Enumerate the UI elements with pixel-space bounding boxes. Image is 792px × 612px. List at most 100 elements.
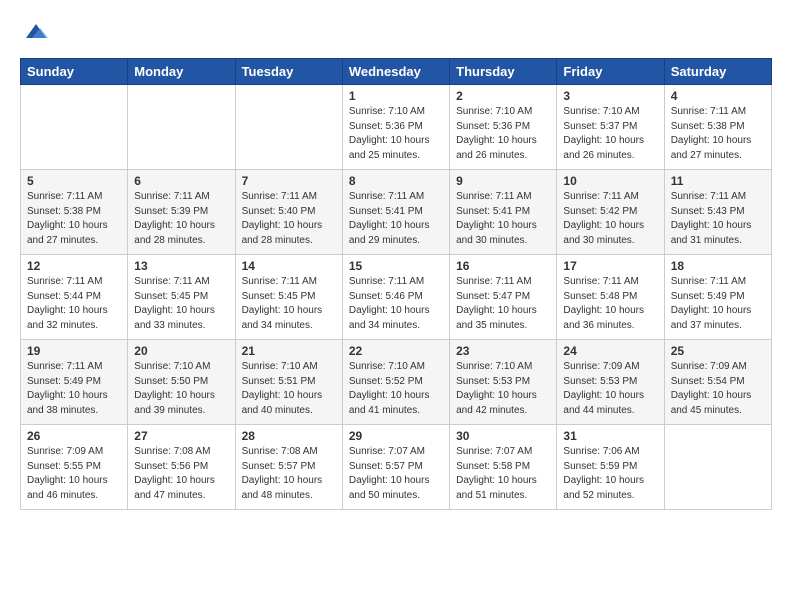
day-number: 3 (563, 89, 657, 103)
day-number: 27 (134, 429, 228, 443)
day-cell: 1 Sunrise: 7:10 AM Sunset: 5:36 PM Daylig… (342, 85, 449, 170)
day-info: Sunrise: 7:11 AM Sunset: 5:38 PM Dayligh… (671, 105, 765, 163)
day-number: 20 (134, 344, 228, 358)
day-info: Sunrise: 7:11 AM Sunset: 5:48 PM Dayligh… (563, 275, 657, 333)
week-row-2: 5 Sunrise: 7:11 AM Sunset: 5:38 PM Daylig… (21, 170, 772, 255)
day-cell (128, 85, 235, 170)
day-cell: 6 Sunrise: 7:11 AM Sunset: 5:39 PM Daylig… (128, 170, 235, 255)
day-number: 6 (134, 174, 228, 188)
day-info: Sunrise: 7:11 AM Sunset: 5:42 PM Dayligh… (563, 190, 657, 248)
week-row-4: 19Sunrise: 7:11 AM Sunset: 5:49 PM Dayli… (21, 340, 772, 425)
day-info: Sunrise: 7:11 AM Sunset: 5:44 PM Dayligh… (27, 275, 121, 333)
day-info: Sunrise: 7:10 AM Sunset: 5:37 PM Dayligh… (563, 105, 657, 163)
day-info: Sunrise: 7:11 AM Sunset: 5:41 PM Dayligh… (349, 190, 443, 248)
day-cell (664, 425, 771, 510)
day-info: Sunrise: 7:11 AM Sunset: 5:43 PM Dayligh… (671, 190, 765, 248)
day-cell: 22Sunrise: 7:10 AM Sunset: 5:52 PM Dayli… (342, 340, 449, 425)
day-info: Sunrise: 7:10 AM Sunset: 5:53 PM Dayligh… (456, 360, 550, 418)
day-info: Sunrise: 7:10 AM Sunset: 5:50 PM Dayligh… (134, 360, 228, 418)
day-info: Sunrise: 7:08 AM Sunset: 5:57 PM Dayligh… (242, 445, 336, 503)
day-info: Sunrise: 7:11 AM Sunset: 5:49 PM Dayligh… (671, 275, 765, 333)
day-number: 13 (134, 259, 228, 273)
day-cell: 21 Sunrise: 7:10 AM Sunset: 5:51 PM Dayli… (235, 340, 342, 425)
day-number: 23 (456, 344, 550, 358)
weekday-tuesday: Tuesday (235, 59, 342, 85)
day-cell (235, 85, 342, 170)
day-number: 31 (563, 429, 657, 443)
day-cell: 4 Sunrise: 7:11 AM Sunset: 5:38 PM Daylig… (664, 85, 771, 170)
day-number: 30 (456, 429, 550, 443)
day-info: Sunrise: 7:11 AM Sunset: 5:39 PM Dayligh… (134, 190, 228, 248)
weekday-header-row: SundayMondayTuesdayWednesdayThursdayFrid… (21, 59, 772, 85)
day-cell: 28Sunrise: 7:08 AM Sunset: 5:57 PM Dayli… (235, 425, 342, 510)
weekday-wednesday: Wednesday (342, 59, 449, 85)
day-number: 10 (563, 174, 657, 188)
day-cell: 3 Sunrise: 7:10 AM Sunset: 5:37 PM Daylig… (557, 85, 664, 170)
day-number: 22 (349, 344, 443, 358)
day-number: 11 (671, 174, 765, 188)
page: SundayMondayTuesdayWednesdayThursdayFrid… (0, 0, 792, 520)
day-info: Sunrise: 7:10 AM Sunset: 5:51 PM Dayligh… (242, 360, 336, 418)
day-info: Sunrise: 7:10 AM Sunset: 5:36 PM Dayligh… (349, 105, 443, 163)
day-info: Sunrise: 7:09 AM Sunset: 5:55 PM Dayligh… (27, 445, 121, 503)
day-number: 15 (349, 259, 443, 273)
day-info: Sunrise: 7:11 AM Sunset: 5:38 PM Dayligh… (27, 190, 121, 248)
day-number: 5 (27, 174, 121, 188)
day-info: Sunrise: 7:08 AM Sunset: 5:56 PM Dayligh… (134, 445, 228, 503)
day-cell: 25 Sunrise: 7:09 AM Sunset: 5:54 PM Dayli… (664, 340, 771, 425)
day-number: 7 (242, 174, 336, 188)
day-number: 24 (563, 344, 657, 358)
day-cell: 29Sunrise: 7:07 AM Sunset: 5:57 PM Dayli… (342, 425, 449, 510)
day-cell: 16Sunrise: 7:11 AM Sunset: 5:47 PM Dayli… (450, 255, 557, 340)
day-number: 8 (349, 174, 443, 188)
day-number: 4 (671, 89, 765, 103)
day-cell: 15Sunrise: 7:11 AM Sunset: 5:46 PM Dayli… (342, 255, 449, 340)
day-cell: 17 Sunrise: 7:11 AM Sunset: 5:48 PM Dayli… (557, 255, 664, 340)
day-cell: 31 Sunrise: 7:06 AM Sunset: 5:59 PM Dayli… (557, 425, 664, 510)
day-cell: 30 Sunrise: 7:07 AM Sunset: 5:58 PM Dayli… (450, 425, 557, 510)
day-number: 25 (671, 344, 765, 358)
day-info: Sunrise: 7:09 AM Sunset: 5:53 PM Dayligh… (563, 360, 657, 418)
day-info: Sunrise: 7:09 AM Sunset: 5:54 PM Dayligh… (671, 360, 765, 418)
week-row-5: 26Sunrise: 7:09 AM Sunset: 5:55 PM Dayli… (21, 425, 772, 510)
weekday-saturday: Saturday (664, 59, 771, 85)
day-cell: 27 Sunrise: 7:08 AM Sunset: 5:56 PM Dayli… (128, 425, 235, 510)
day-cell: 12 Sunrise: 7:11 AM Sunset: 5:44 PM Dayli… (21, 255, 128, 340)
day-info: Sunrise: 7:06 AM Sunset: 5:59 PM Dayligh… (563, 445, 657, 503)
day-number: 9 (456, 174, 550, 188)
day-number: 16 (456, 259, 550, 273)
weekday-friday: Friday (557, 59, 664, 85)
day-cell: 23 Sunrise: 7:10 AM Sunset: 5:53 PM Dayli… (450, 340, 557, 425)
weekday-sunday: Sunday (21, 59, 128, 85)
day-cell: 11 Sunrise: 7:11 AM Sunset: 5:43 PM Dayli… (664, 170, 771, 255)
day-info: Sunrise: 7:11 AM Sunset: 5:49 PM Dayligh… (27, 360, 121, 418)
week-row-1: 1 Sunrise: 7:10 AM Sunset: 5:36 PM Daylig… (21, 85, 772, 170)
day-cell: 2Sunrise: 7:10 AM Sunset: 5:36 PM Daylig… (450, 85, 557, 170)
weekday-thursday: Thursday (450, 59, 557, 85)
day-info: Sunrise: 7:11 AM Sunset: 5:41 PM Dayligh… (456, 190, 550, 248)
day-cell: 24 Sunrise: 7:09 AM Sunset: 5:53 PM Dayli… (557, 340, 664, 425)
day-info: Sunrise: 7:07 AM Sunset: 5:58 PM Dayligh… (456, 445, 550, 503)
day-number: 29 (349, 429, 443, 443)
day-cell: 7 Sunrise: 7:11 AM Sunset: 5:40 PM Daylig… (235, 170, 342, 255)
day-info: Sunrise: 7:11 AM Sunset: 5:45 PM Dayligh… (242, 275, 336, 333)
day-number: 1 (349, 89, 443, 103)
day-cell: 14Sunrise: 7:11 AM Sunset: 5:45 PM Dayli… (235, 255, 342, 340)
day-cell: 8 Sunrise: 7:11 AM Sunset: 5:41 PM Daylig… (342, 170, 449, 255)
day-cell (21, 85, 128, 170)
header (20, 20, 772, 42)
week-row-3: 12 Sunrise: 7:11 AM Sunset: 5:44 PM Dayli… (21, 255, 772, 340)
day-cell: 26Sunrise: 7:09 AM Sunset: 5:55 PM Dayli… (21, 425, 128, 510)
day-cell: 20 Sunrise: 7:10 AM Sunset: 5:50 PM Dayli… (128, 340, 235, 425)
logo (20, 20, 50, 42)
day-cell: 18Sunrise: 7:11 AM Sunset: 5:49 PM Dayli… (664, 255, 771, 340)
day-info: Sunrise: 7:11 AM Sunset: 5:40 PM Dayligh… (242, 190, 336, 248)
day-number: 17 (563, 259, 657, 273)
day-number: 21 (242, 344, 336, 358)
day-cell: 10 Sunrise: 7:11 AM Sunset: 5:42 PM Dayli… (557, 170, 664, 255)
day-cell: 19Sunrise: 7:11 AM Sunset: 5:49 PM Dayli… (21, 340, 128, 425)
day-cell: 5 Sunrise: 7:11 AM Sunset: 5:38 PM Daylig… (21, 170, 128, 255)
day-cell: 9 Sunrise: 7:11 AM Sunset: 5:41 PM Daylig… (450, 170, 557, 255)
day-cell: 13Sunrise: 7:11 AM Sunset: 5:45 PM Dayli… (128, 255, 235, 340)
day-number: 12 (27, 259, 121, 273)
